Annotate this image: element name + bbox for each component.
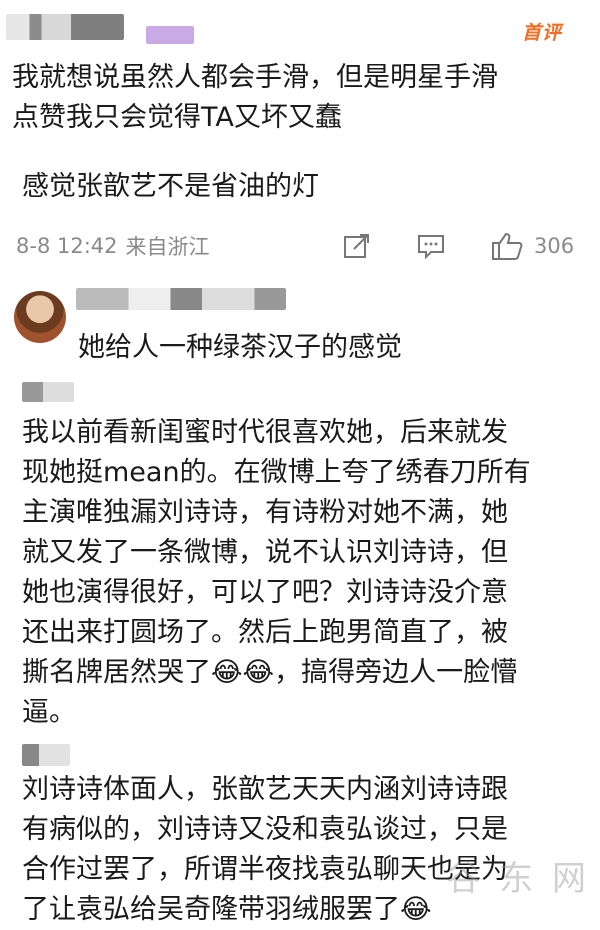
comment2-line: 我以前看新闺蜜时代很喜欢她，后来就发 [22,417,508,448]
comment3-line: 刘诗诗体面人，张歆艺天天内涵刘诗诗跟 [22,774,508,805]
comment2-line: 现她挺mean的。在微博上夸了绣春刀所有 [22,457,531,488]
share-icon[interactable] [342,232,372,260]
location: 来自浙江 [125,235,210,259]
avatar[interactable] [14,291,66,343]
reply-username-blur [76,288,286,310]
username-blur [6,14,124,40]
like-count: 306 [534,234,575,258]
comment2-line: 主演唯独漏刘诗诗，有诗粉对她不满，她 [22,497,508,528]
comment-line-1: 我就想说虽然人都会手滑，但是明星手滑 [12,62,498,93]
first-comment-badge: 首评 [521,22,562,44]
comment-icon[interactable] [416,232,446,260]
like-button[interactable]: 306 [490,231,574,261]
comment2-line: 撕名牌居然哭了😂😂，搞得旁边人一脸懵 [22,657,518,688]
comment3-line: 有病似的，刘诗诗又没和袁弘谈过，只是 [22,814,508,845]
comment2-line: 她也演得很好，可以了吧？刘诗诗没介意 [22,577,508,608]
like-icon [490,231,524,261]
comment2-username-blur [22,382,74,402]
comment3-line: 合作过罢了，所谓半夜找袁弘聊天也是为 [22,854,508,885]
comment-meta: 8-8 12:42 来自浙江 306 [16,230,586,262]
reply-text: 她给人一种绿茶汉子的感觉 [78,332,402,363]
comment-extra: 感觉张歆艺不是省油的灯 [22,171,319,202]
comment2-line: 还出来打圆场了。然后上跑男简直了，被 [22,617,508,648]
comment3-line: 了让袁弘给吴奇隆带羽绒服罢了😂 [22,894,432,925]
comment2-line: 逼。 [22,697,76,728]
username-blur-purple [146,26,194,44]
comment2-line: 就又发了一条微博，说不认识刘诗诗，但 [22,537,508,568]
comment-line-2: 点赞我只会觉得TA又坏又蠢 [12,102,342,133]
watermark: 谷 东 网 [446,859,590,899]
comment3-username-blur [22,744,70,766]
timestamp: 8-8 12:42 [16,234,118,258]
